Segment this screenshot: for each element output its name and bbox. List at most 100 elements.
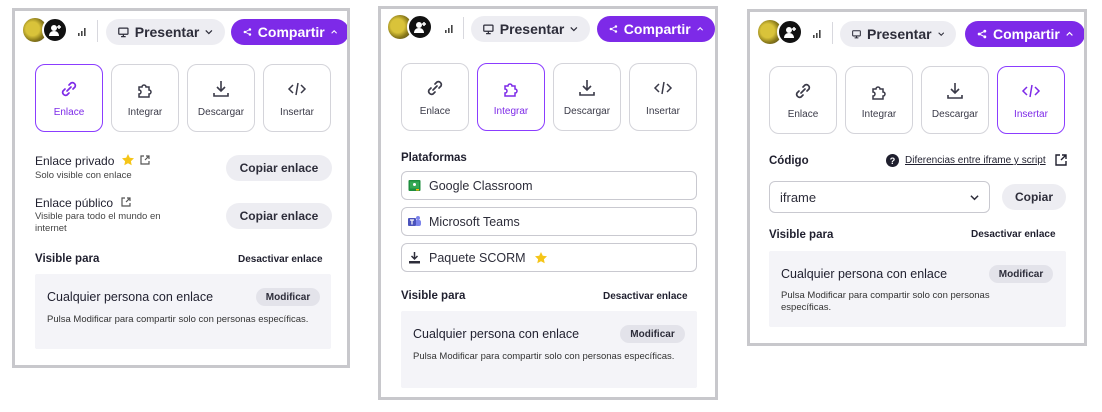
modify-label: Modificar (630, 328, 675, 340)
code-type-select[interactable]: iframe (769, 181, 990, 213)
external-link-icon[interactable] (1055, 154, 1067, 166)
tab-download[interactable]: Descargar (187, 64, 255, 132)
audience-hint: Pulsa Modificar para compartir solo con … (781, 290, 990, 313)
audience-hint: Pulsa Modificar para compartir solo con … (413, 351, 675, 362)
presentation-icon (118, 27, 129, 38)
tab-link[interactable]: Enlace (769, 66, 837, 134)
modify-button[interactable]: Modificar (620, 325, 685, 343)
svg-text:?: ? (890, 156, 896, 166)
tab-link[interactable]: Enlace (401, 63, 469, 131)
copy-link-label: Copiar enlace (239, 161, 319, 175)
tab-insert[interactable]: Insertar (263, 64, 331, 132)
top-bar: Presentar Compartir (15, 11, 347, 53)
chevron-down-icon (937, 32, 944, 37)
link-icon (795, 83, 811, 98)
top-bar: Presentar Compartir (381, 9, 715, 51)
tab-embed-label: Integrar (493, 105, 529, 117)
tab-embed[interactable]: Integrar (845, 66, 913, 134)
platform-google-classroom[interactable]: Google Classroom (401, 171, 697, 200)
tab-link[interactable]: Enlace (35, 64, 103, 132)
share-icon (243, 28, 252, 36)
visible-for-title: Visible para (401, 290, 466, 302)
presentation-icon (852, 30, 861, 39)
code-title: Código (769, 155, 809, 167)
private-link-desc: Solo visible con enlace (35, 170, 132, 181)
share-button[interactable]: Compartir (231, 19, 347, 45)
presentation-icon (483, 24, 494, 35)
share-label: Compartir (623, 21, 691, 37)
private-link-title: Enlace privado (35, 154, 115, 168)
google-classroom-icon (408, 180, 421, 191)
present-label: Presentar (134, 24, 200, 40)
external-link-icon[interactable] (140, 155, 150, 165)
signal-icon (78, 28, 86, 36)
tab-insert-label: Insertar (1014, 108, 1048, 120)
tab-insert-label: Insertar (280, 106, 314, 118)
tab-download-label: Descargar (197, 106, 245, 118)
audience-card: Cualquier persona con enlace Modificar P… (769, 251, 1066, 327)
present-button[interactable]: Presentar (840, 21, 956, 47)
chevron-up-icon (696, 27, 703, 31)
modify-label: Modificar (265, 291, 311, 303)
disable-link-button[interactable]: Desactivar enlace (971, 229, 1056, 240)
code-icon (1021, 84, 1041, 97)
tab-download[interactable]: Descargar (921, 66, 989, 134)
puzzle-icon (504, 82, 518, 97)
tab-embed[interactable]: Integrar (477, 63, 545, 131)
chevron-down-icon (205, 30, 213, 35)
tab-insert[interactable]: Insertar (629, 63, 697, 131)
copy-public-link-button[interactable]: Copiar enlace (226, 203, 332, 229)
puzzle-icon (138, 83, 152, 98)
external-link-icon[interactable] (121, 197, 131, 207)
copy-code-button[interactable]: Copiar (1002, 184, 1066, 210)
iframe-script-diff-link[interactable]: Diferencias entre iframe y script (905, 155, 1046, 166)
chevron-down-icon (570, 27, 578, 32)
microsoft-teams-icon (408, 216, 421, 226)
public-link-title: Enlace público (35, 196, 114, 210)
public-link-desc: Visible para todo el mundo en internet (35, 211, 161, 234)
divider (97, 20, 98, 42)
disable-link-button[interactable]: Desactivar enlace (238, 254, 323, 265)
platform-label: Microsoft Teams (429, 214, 520, 229)
platform-microsoft-teams[interactable]: Microsoft Teams (401, 207, 697, 236)
add-collaborator-icon[interactable] (407, 14, 433, 40)
modify-button[interactable]: Modificar (256, 288, 320, 306)
signal-icon (445, 25, 453, 33)
tab-embed[interactable]: Integrar (111, 64, 179, 132)
download-icon (579, 79, 595, 96)
download-icon (213, 80, 229, 97)
link-icon (61, 81, 77, 96)
platform-label: Google Classroom (429, 178, 533, 193)
add-collaborator-icon[interactable] (42, 17, 68, 43)
present-button[interactable]: Presentar (106, 19, 225, 45)
share-button[interactable]: Compartir (965, 21, 1084, 47)
code-type-value: iframe (780, 189, 817, 205)
copy-link-label: Copiar enlace (239, 209, 319, 223)
divider (832, 22, 833, 44)
visible-for-title: Visible para (35, 253, 100, 265)
modify-button[interactable]: Modificar (989, 265, 1053, 283)
copy-code-label: Copiar (1014, 190, 1053, 204)
present-button[interactable]: Presentar (471, 16, 590, 42)
audience-label: Cualquier persona con enlace (47, 290, 214, 304)
share-button[interactable]: Compartir (597, 16, 715, 42)
disable-link-button[interactable]: Desactivar enlace (603, 291, 688, 302)
chevron-down-icon (970, 194, 979, 200)
tab-insert-label: Insertar (646, 105, 680, 117)
add-collaborator-icon[interactable] (777, 19, 803, 45)
tab-link-label: Enlace (419, 105, 451, 117)
platforms-title: Plataformas (401, 152, 467, 164)
audience-hint: Pulsa Modificar para compartir solo con … (47, 314, 309, 325)
help-icon[interactable]: ? (886, 154, 899, 167)
tab-insert[interactable]: Insertar (997, 66, 1065, 134)
platform-scorm[interactable]: Paquete SCORM (401, 243, 697, 272)
link-icon (427, 80, 443, 95)
copy-link-button[interactable]: Copiar enlace (226, 155, 332, 181)
signal-icon (813, 30, 821, 38)
code-icon (653, 81, 673, 94)
tab-download-label: Descargar (563, 105, 611, 117)
tab-link-label: Enlace (787, 108, 819, 120)
puzzle-icon (872, 85, 886, 100)
tab-download[interactable]: Descargar (553, 63, 621, 131)
download-package-icon (409, 252, 420, 264)
